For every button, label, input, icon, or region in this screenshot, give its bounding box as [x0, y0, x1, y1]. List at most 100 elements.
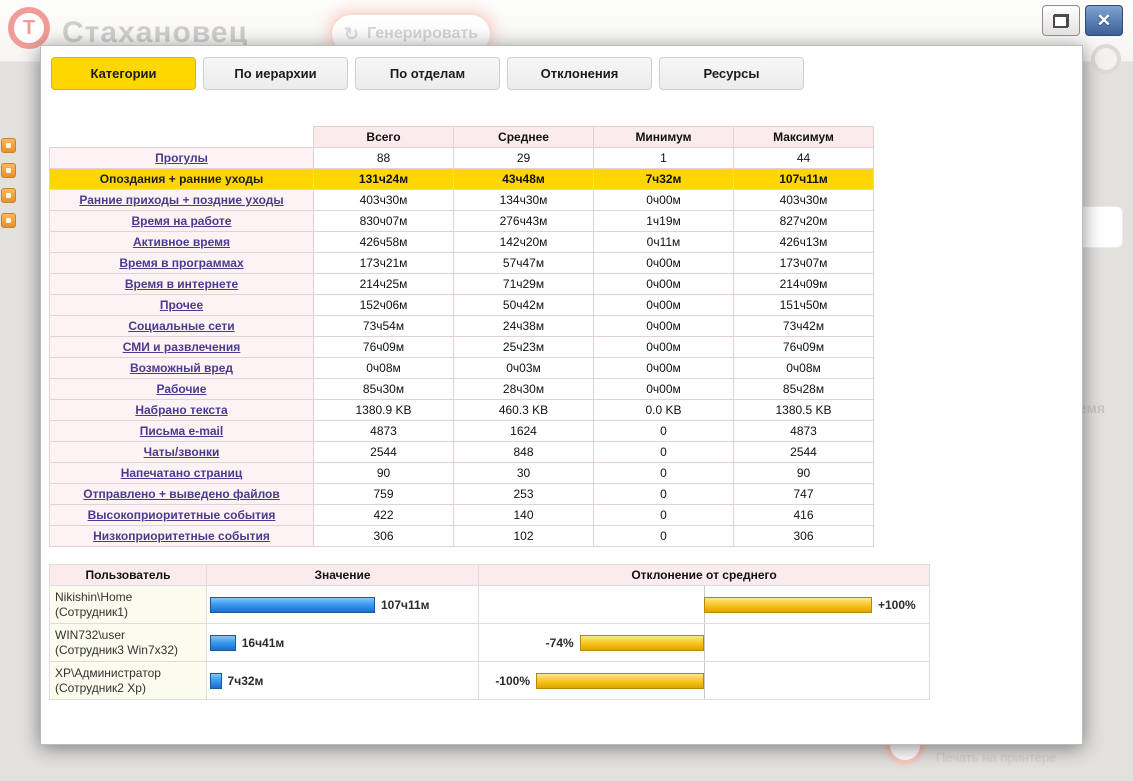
category-stats-table: Всего Среднее Минимум Максимум Прогулы 88 29 1 4…	[49, 126, 874, 547]
stats-value-cell: 0ч00м	[593, 357, 734, 379]
deviation-bar	[704, 596, 872, 613]
stats-row-link[interactable]: Прочее	[160, 298, 203, 312]
stats-value-cell: 1380.5 KB	[733, 399, 874, 421]
tab-hierarchy[interactable]: По иерархии	[203, 57, 348, 90]
stats-row-link[interactable]: Рабочие	[157, 382, 207, 396]
stats-row-link[interactable]: Письма e-mail	[140, 424, 223, 438]
window-restore-button[interactable]	[1042, 5, 1080, 36]
stats-value-cell: 1624	[453, 420, 594, 442]
stats-value-cell: 0ч00м	[593, 378, 734, 400]
stats-row-link[interactable]: Опоздания + ранние уходы	[100, 172, 263, 186]
deviation-wrap: +100%	[479, 586, 929, 623]
deviation-wrap: -74%	[479, 624, 929, 661]
report-tabs: Категории По иерархии По отделам Отклонения…	[51, 57, 804, 90]
user-value-cell: 7ч32м	[206, 661, 479, 700]
stats-value-cell: 422	[313, 504, 454, 526]
stats-row-link[interactable]: Время в программах	[119, 256, 243, 270]
user-deviation-cell: +100%	[478, 585, 930, 624]
user-alias: (Сотрудник3 Win7x32)	[55, 642, 178, 657]
users-header-row: Пользователь Значение Отклонение от средне…	[49, 564, 930, 586]
stats-row: Отправлено + выведено файлов 759 253 0 747	[49, 483, 874, 505]
stats-row-link[interactable]: Социальные сети	[128, 319, 234, 333]
stats-value-cell: 830ч07м	[313, 210, 454, 232]
window-close-button[interactable]: ✕	[1085, 5, 1123, 36]
stats-value-cell: 90	[313, 462, 454, 484]
home-icon[interactable]	[1, 138, 16, 153]
stats-row: Ранние приходы + поздние уходы 403ч30м 134…	[49, 189, 874, 211]
stats-row-label-cell: Низкоприоритетные события	[49, 525, 314, 547]
tab-departments[interactable]: По отделам	[355, 57, 500, 90]
stats-row-label-cell: Высокоприоритетные события	[49, 504, 314, 526]
stats-value-cell: 73ч54м	[313, 315, 454, 337]
stats-row: Активное время 426ч58м 142ч20м 0ч11м 426ч13м	[49, 231, 874, 253]
stats-row-link[interactable]: Набрано текста	[135, 403, 227, 417]
deviation-bar	[536, 672, 704, 689]
stats-value-cell: 151ч50м	[733, 294, 874, 316]
stats-row: Высокоприоритетные события 422 140 0 416	[49, 504, 874, 526]
stats-value-cell: 0ч00м	[593, 189, 734, 211]
stats-value-cell: 28ч30м	[453, 378, 594, 400]
stats-row: Время на работе 830ч07м 276ч43м 1ч19м 827ч20…	[49, 210, 874, 232]
user-name-cell: WIN732\user (Сотрудник3 Win7x32)	[49, 623, 207, 662]
stats-value-cell: 4873	[733, 420, 874, 442]
home-alt-icon[interactable]	[1, 163, 16, 178]
stats-value-cell: 0ч00м	[593, 252, 734, 274]
tools-mini-icon[interactable]	[1, 213, 16, 228]
users-row: Nikishin\Home (Сотрудник1) 107ч11м +100%	[49, 585, 930, 624]
user-deviation-cell: -74%	[478, 623, 930, 662]
stats-value-cell: 0	[593, 462, 734, 484]
stats-value-cell: 140	[453, 504, 594, 526]
user-value-label: 7ч32м	[227, 673, 264, 688]
stats-row: Чаты/звонки 2544 848 0 2544	[49, 441, 874, 463]
stats-row-link[interactable]: Чаты/звонки	[144, 445, 220, 459]
user-value-label: 16ч41м	[241, 635, 285, 650]
stats-row: Возможный вред 0ч08м 0ч03м 0ч00м 0ч08м	[49, 357, 874, 379]
stats-row-label-cell: Набрано текста	[49, 399, 314, 421]
stats-row: Прочее 152ч06м 50ч42м 0ч00м 151ч50м	[49, 294, 874, 316]
stats-row-label-cell: Напечатано страниц	[49, 462, 314, 484]
stats-row-label-cell: Прогулы	[49, 147, 314, 169]
stats-row-link[interactable]: Высокоприоритетные события	[88, 508, 276, 522]
stats-row-link[interactable]: Низкоприоритетные события	[93, 529, 270, 543]
tab-deviations[interactable]: Отклонения	[507, 57, 652, 90]
stats-row-label-cell: Рабочие	[49, 378, 314, 400]
stats-row-link[interactable]: Напечатано страниц	[121, 466, 243, 480]
tab-resources[interactable]: Ресурсы	[659, 57, 804, 90]
stats-row-link[interactable]: Ранние приходы + поздние уходы	[79, 193, 283, 207]
stats-value-cell: 71ч29м	[453, 273, 594, 295]
stats-value-cell: 1	[593, 147, 734, 169]
settings-mini-icon[interactable]	[1, 188, 16, 203]
stats-value-cell: 0ч00м	[593, 315, 734, 337]
stats-value-cell: 0	[593, 441, 734, 463]
user-value-cell: 107ч11м	[206, 585, 479, 624]
stats-value-cell: 214ч09м	[733, 273, 874, 295]
stats-value-cell: 85ч30м	[313, 378, 454, 400]
stats-row-link[interactable]: Время в интернете	[125, 277, 238, 291]
stats-row-link[interactable]: Отправлено + выведено файлов	[83, 487, 280, 501]
stats-row: Письма e-mail 4873 1624 0 4873	[49, 420, 874, 442]
stats-value-cell: 460.3 KB	[453, 399, 594, 421]
users-header-cell: Пользователь	[49, 564, 207, 586]
stats-row-link[interactable]: Активное время	[133, 235, 230, 249]
stats-header-cell: Среднее	[453, 126, 594, 148]
stats-row-label-cell: Социальные сети	[49, 315, 314, 337]
stats-row-link[interactable]: Прогулы	[155, 151, 208, 165]
stats-value-cell: 7ч32м	[593, 168, 734, 190]
stats-row-link[interactable]: Время на работе	[132, 214, 232, 228]
user-name: Nikishin\Home	[55, 589, 133, 604]
report-modal: Категории По иерархии По отделам Отклонения…	[40, 45, 1083, 745]
stats-value-cell: 152ч06м	[313, 294, 454, 316]
stats-value-cell: 426ч58м	[313, 231, 454, 253]
deviation-axis-line	[704, 662, 705, 699]
stats-row-label-cell: Ранние приходы + поздние уходы	[49, 189, 314, 211]
tab-categories[interactable]: Категории	[51, 57, 196, 90]
stats-row-link[interactable]: СМИ и развлечения	[123, 340, 241, 354]
stats-value-cell: 416	[733, 504, 874, 526]
stats-value-cell: 2544	[733, 441, 874, 463]
stats-value-cell: 24ч38м	[453, 315, 594, 337]
stats-header-cell: Максимум	[733, 126, 874, 148]
stats-row-link[interactable]: Возможный вред	[130, 361, 233, 375]
stats-row-label-cell: Время в интернете	[49, 273, 314, 295]
stats-corner-cell	[49, 126, 314, 148]
stats-value-cell: 131ч24м	[313, 168, 454, 190]
